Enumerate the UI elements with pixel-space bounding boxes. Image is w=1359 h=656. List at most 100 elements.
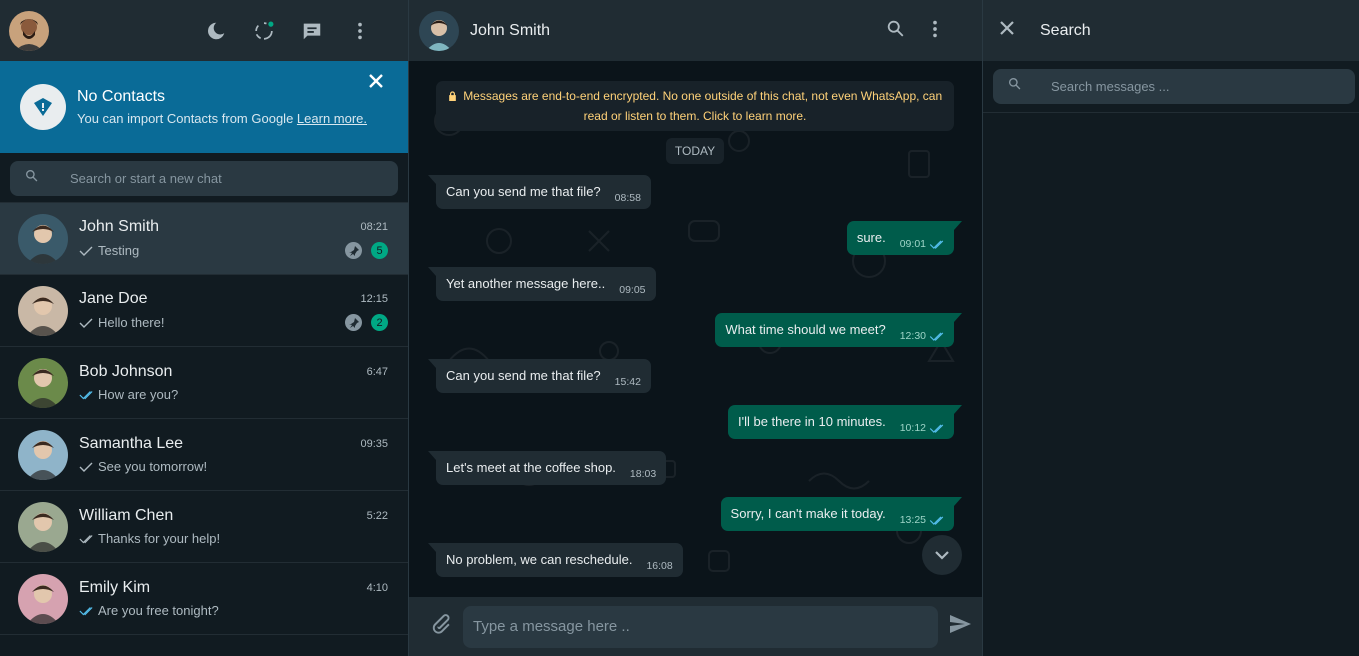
- chat-time: 5:22: [366, 510, 388, 522]
- chat-avatar: [18, 429, 68, 480]
- chat-list-item[interactable]: John Smith 08:21 Testing 5: [0, 203, 408, 275]
- user-avatar[interactable]: [9, 10, 49, 51]
- chat-last-message-text: Testing: [98, 243, 140, 258]
- message-time: 18:03: [629, 468, 657, 480]
- chat-avatar: [18, 501, 68, 552]
- chat-last-message: See you tomorrow!: [79, 459, 207, 474]
- incoming-message[interactable]: Can you send me that file? 08:58: [428, 175, 954, 209]
- contact-name: John Smith: [470, 21, 551, 39]
- date-divider: TODAY: [665, 138, 725, 164]
- chat-last-message: Thanks for your help!: [79, 531, 220, 546]
- chat-time: 12:15: [360, 293, 388, 305]
- composer: [409, 597, 982, 656]
- chat-time: 08:21: [360, 221, 388, 233]
- message-text: Can you send me that file?: [446, 184, 601, 199]
- chat-list-item[interactable]: Samantha Lee 09:35 See you tomorrow!: [0, 419, 408, 491]
- message-text: Yet another message here..: [446, 276, 606, 291]
- incoming-message[interactable]: No problem, we can reschedule. 16:08: [428, 543, 954, 577]
- incoming-message[interactable]: Yet another message here.. 09:05: [428, 267, 954, 301]
- outgoing-message[interactable]: What time should we meet? 12:30: [436, 313, 962, 347]
- chat-time: 6:47: [366, 366, 388, 378]
- chat-list-item[interactable]: William Chen 5:22 Thanks for your help!: [0, 491, 408, 563]
- message-time: 15:42: [614, 376, 641, 388]
- chat-list-item[interactable]: Emily Kim 4:10 Are you free tonight?: [0, 563, 408, 635]
- encryption-notice[interactable]: Messages are end-to-end encrypted. No on…: [436, 81, 954, 131]
- chat-list-item[interactable]: Bob Johnson 6:47 How are you?: [0, 347, 408, 419]
- search-panel-title: Search: [1040, 21, 1091, 39]
- close-icon[interactable]: [997, 18, 1017, 43]
- attach-icon[interactable]: [429, 612, 453, 641]
- chat-name: Bob Johnson: [79, 363, 173, 380]
- chat-name: John Smith: [79, 218, 160, 235]
- chat-name: Samantha Lee: [79, 435, 184, 452]
- double-tick-icon: [929, 239, 944, 249]
- message-time: 09:01: [899, 238, 926, 250]
- sidebar-header-actions: [203, 18, 372, 43]
- chat-last-message: Are you free tonight?: [79, 603, 219, 618]
- double-tick-icon: [929, 515, 944, 525]
- close-icon[interactable]: [366, 71, 386, 91]
- chat-last-message: Testing: [79, 243, 139, 258]
- scroll-down-button[interactable]: [922, 535, 962, 575]
- message-time: 12:30: [899, 330, 926, 342]
- message-text: Sorry, I can't make it today.: [730, 506, 886, 521]
- lock-icon: [449, 91, 456, 101]
- double-tick-icon: [929, 331, 944, 341]
- sidebar-header: [0, 0, 408, 61]
- message-time: 16:08: [646, 560, 673, 572]
- conversation-panel: John Smith Messages are end-to-end encry…: [409, 0, 983, 656]
- search-panel-header: Search: [983, 0, 1359, 61]
- alert-icon: [20, 84, 66, 130]
- chat-avatar: [18, 285, 68, 336]
- unread-count: 5: [371, 242, 388, 259]
- pin-icon: [345, 242, 362, 259]
- single-tick-icon: [79, 462, 93, 472]
- chat-list-item[interactable]: Jane Doe 12:15 Hello there! 2: [0, 275, 408, 347]
- single-tick-icon: [79, 318, 93, 328]
- search-icon: [1007, 76, 1023, 97]
- moon-icon[interactable]: [203, 18, 228, 43]
- learn-more-link[interactable]: Learn more.: [297, 111, 367, 126]
- message-text: What time should we meet?: [725, 322, 886, 337]
- status-icon[interactable]: [251, 18, 276, 43]
- chat-name: Emily Kim: [79, 579, 151, 596]
- search-messages-input[interactable]: [1051, 79, 1311, 94]
- double-tick-icon: [929, 423, 944, 433]
- single-tick-icon: [79, 246, 93, 256]
- outgoing-message[interactable]: Sorry, I can't make it today. 13:25: [436, 497, 962, 531]
- send-button[interactable]: [948, 612, 972, 641]
- contact-avatar[interactable]: [419, 10, 459, 51]
- incoming-message[interactable]: Let's meet at the coffee shop. 18:03: [428, 451, 954, 485]
- message-input[interactable]: [473, 618, 938, 635]
- search-icon: [24, 168, 40, 189]
- outgoing-message[interactable]: I'll be there in 10 minutes. 10:12: [436, 405, 962, 439]
- unread-count: 2: [371, 314, 388, 331]
- outgoing-message[interactable]: sure. 09:01: [436, 221, 962, 255]
- search-icon[interactable]: [885, 18, 907, 45]
- menu-icon[interactable]: [924, 18, 946, 45]
- sidebar: No Contacts You can import Contacts from…: [0, 0, 409, 656]
- chat-name: William Chen: [79, 507, 174, 524]
- new-chat-icon[interactable]: [299, 18, 324, 43]
- double-tick-icon: [79, 534, 93, 543]
- pin-icon: [345, 314, 362, 331]
- chat-avatar: [18, 573, 68, 624]
- chat-last-message-text: Hello there!: [98, 315, 165, 330]
- chat-last-message-text: Thanks for your help!: [98, 531, 221, 546]
- conversation-header[interactable]: John Smith: [409, 0, 982, 61]
- message-time: 08:58: [614, 192, 641, 204]
- message-list: Can you send me that file? 08:58 sure. 09:0…: [428, 175, 962, 577]
- incoming-message[interactable]: Can you send me that file? 15:42: [428, 359, 954, 393]
- message-time: 13:25: [899, 514, 926, 526]
- double-tick-icon: [79, 606, 93, 615]
- message-text: No problem, we can reschedule.: [446, 552, 633, 567]
- chat-search-input[interactable]: [70, 171, 370, 186]
- banner-subtitle: You can import Contacts from Google Lear…: [77, 111, 367, 126]
- chat-last-message: How are you?: [79, 387, 178, 402]
- chat-time: 09:35: [360, 438, 388, 450]
- chat-time: 4:10: [366, 582, 388, 594]
- message-text: Let's meet at the coffee shop.: [446, 460, 616, 475]
- chat-name: Jane Doe: [79, 290, 148, 307]
- chat-last-message-text: Are you free tonight?: [98, 603, 219, 618]
- menu-icon[interactable]: [347, 18, 372, 43]
